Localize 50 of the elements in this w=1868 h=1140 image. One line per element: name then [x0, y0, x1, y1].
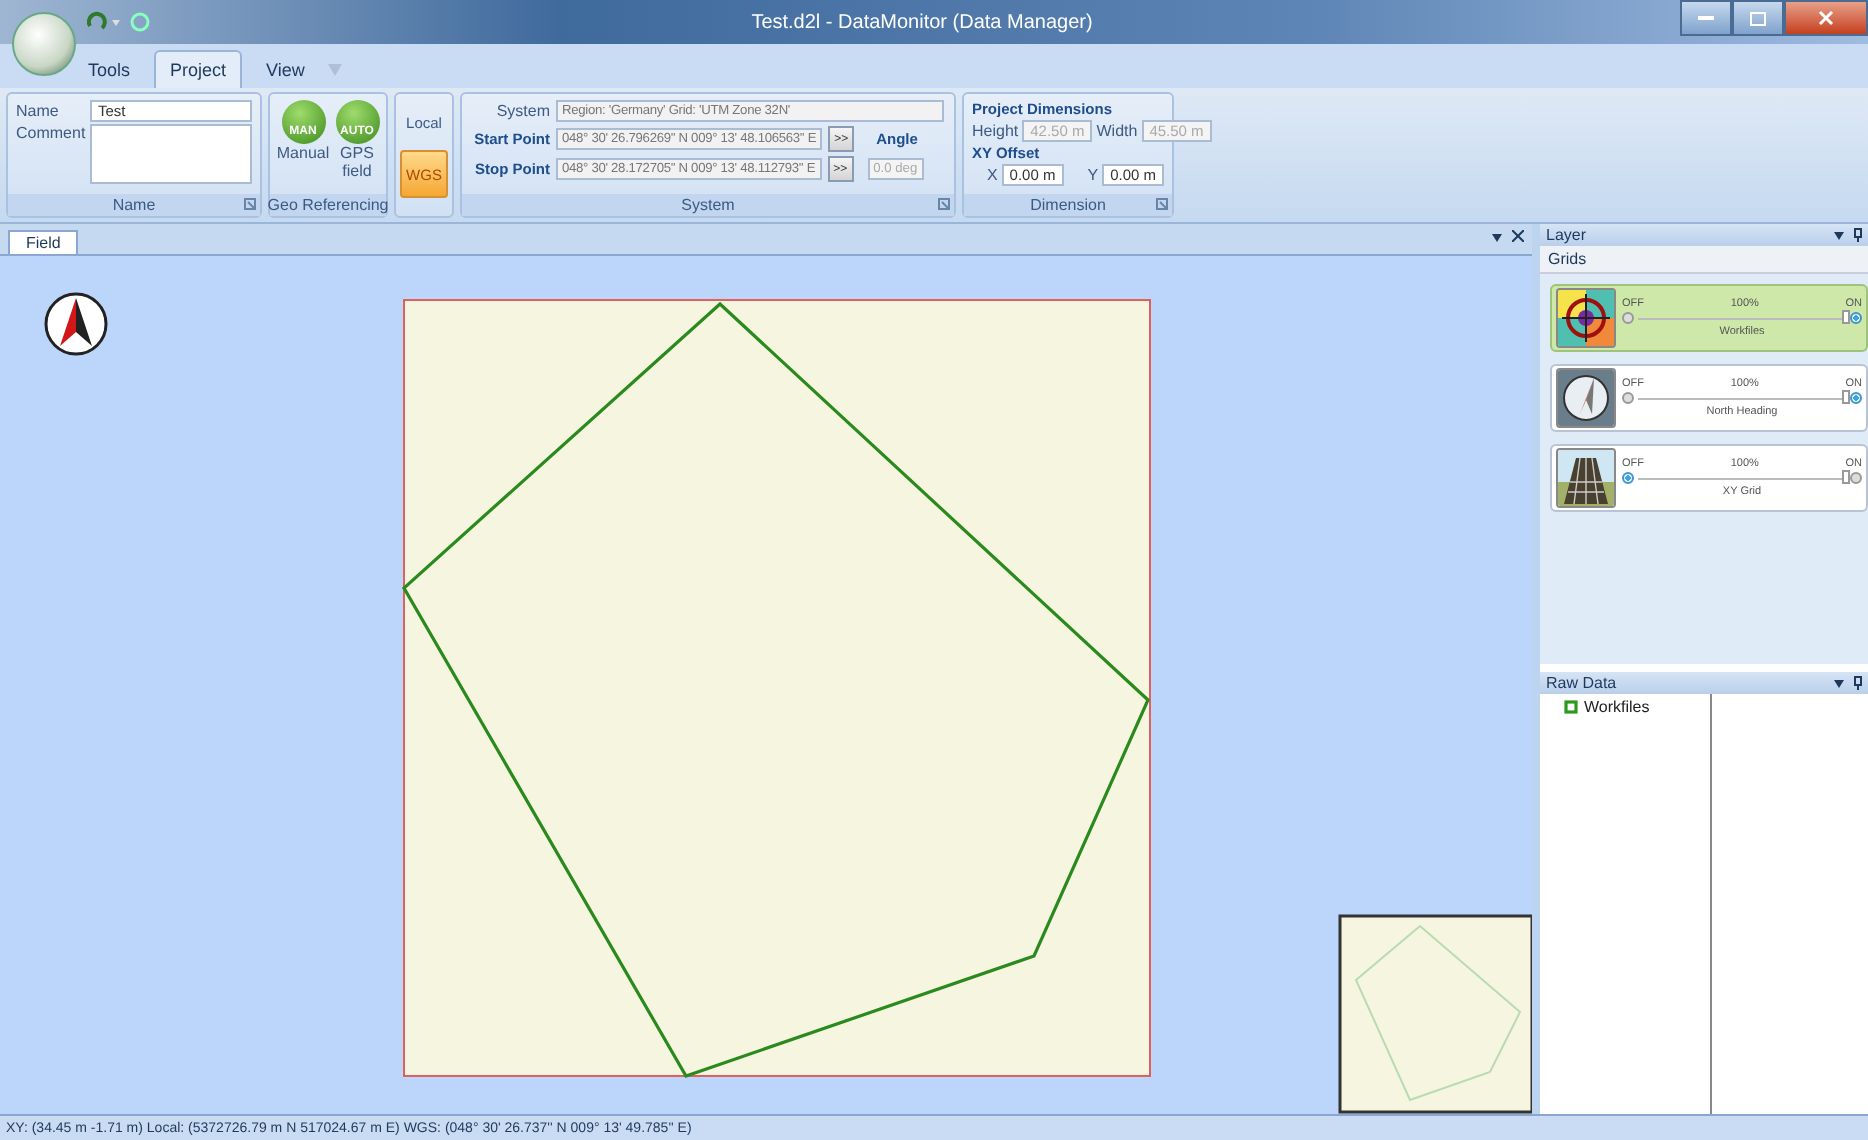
grid-icon — [1556, 448, 1616, 508]
close-icon — [1818, 10, 1834, 26]
dropdown-icon[interactable] — [1834, 231, 1844, 239]
panel-title: Layer — [1546, 226, 1587, 244]
ribbon-tab[interactable]: View — [250, 50, 321, 88]
minimize-icon — [1698, 15, 1714, 21]
maximize-icon — [1750, 11, 1766, 25]
field-label: System — [494, 102, 550, 120]
button-label: Manual — [276, 146, 330, 164]
dropdown-icon[interactable] — [1834, 679, 1844, 687]
field-label: Width — [1096, 122, 1138, 140]
off-radio[interactable] — [1622, 472, 1634, 484]
document-tab[interactable]: Field — [8, 230, 79, 254]
on-radio[interactable] — [1850, 392, 1862, 404]
minimize-button[interactable] — [1680, 0, 1732, 36]
dropdown-icon[interactable] — [1492, 234, 1502, 242]
off-radio[interactable] — [1622, 312, 1634, 324]
field-label: Name — [16, 102, 61, 120]
group-caption: System — [681, 196, 735, 214]
ribbon-tab[interactable]: Project — [154, 50, 243, 88]
compass-icon — [1556, 368, 1616, 428]
field-label: Height — [972, 122, 1019, 140]
button-label: GPS field — [338, 146, 376, 182]
target-icon — [1556, 288, 1616, 348]
field-label: Comment — [16, 124, 84, 142]
square-icon — [1564, 700, 1578, 714]
pin-icon[interactable] — [1854, 676, 1862, 690]
dialog-launcher-icon[interactable] — [244, 198, 256, 210]
compass-icon — [44, 292, 108, 356]
on-radio[interactable] — [1850, 472, 1862, 484]
ribbon-tab[interactable]: Tools — [72, 50, 147, 88]
dialog-launcher-icon[interactable] — [1156, 198, 1168, 210]
tree-item[interactable]: Workfiles — [1584, 698, 1650, 716]
close-icon[interactable] — [1512, 230, 1524, 242]
close-button[interactable] — [1784, 0, 1868, 36]
window-title: Test.d2l - DataMonitor (Data Manager) — [749, 11, 1095, 33]
panel-title: Raw Data — [1546, 674, 1617, 692]
comment-field[interactable] — [90, 124, 252, 184]
app-logo[interactable] — [12, 12, 76, 76]
off-radio[interactable] — [1622, 392, 1634, 404]
group-caption: Geo Referencing — [267, 196, 389, 214]
on-radio[interactable] — [1850, 312, 1862, 324]
dialog-launcher-icon[interactable] — [938, 198, 950, 210]
field-label: X — [986, 166, 998, 184]
pin-icon[interactable] — [1854, 228, 1862, 242]
field-label: Y — [1087, 166, 1099, 184]
section-header: Grids — [1540, 246, 1868, 274]
group-caption: Dimension — [1030, 196, 1106, 214]
maximize-button[interactable] — [1732, 0, 1784, 36]
group-caption: Name — [112, 196, 156, 214]
